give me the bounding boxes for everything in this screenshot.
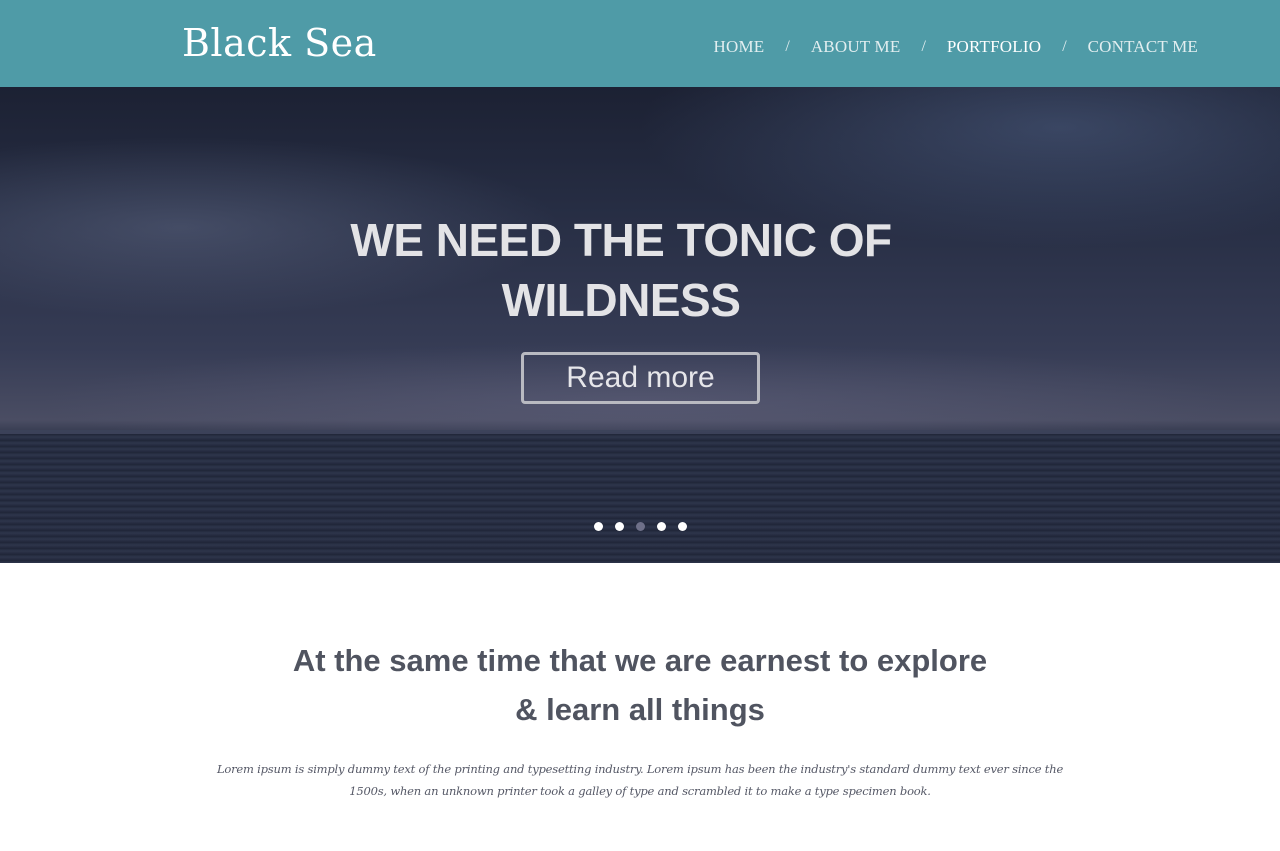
slider-dot-2[interactable] xyxy=(614,522,624,531)
slider-dot-4[interactable] xyxy=(656,522,666,531)
slider-pagination xyxy=(0,522,1280,532)
nav-about-me[interactable]: ABOUT ME xyxy=(811,37,901,57)
site-header: Black Sea HOME / ABOUT ME / PORTFOLIO / … xyxy=(0,0,1280,87)
hero-title: WE NEED THE TONIC OF WILDNESS xyxy=(350,214,892,326)
intro-heading: At the same time that we are earnest to … xyxy=(240,636,1040,734)
slider-dot-3[interactable] xyxy=(635,522,645,531)
hero-sea-image xyxy=(0,434,1280,563)
nav-separator: / xyxy=(921,38,926,55)
site-logo[interactable]: Black Sea xyxy=(182,20,377,66)
intro-heading-line1: At the same time that we are earnest to … xyxy=(292,643,988,678)
slider-dot-1[interactable] xyxy=(593,522,603,531)
hero-slider: WE NEED THE TONIC OF WILDNESS Read more xyxy=(0,87,1280,563)
slider-dot-5[interactable] xyxy=(677,522,687,531)
main-nav: HOME / ABOUT ME / PORTFOLIO / CONTACT ME xyxy=(714,37,1198,57)
nav-separator: / xyxy=(785,38,790,55)
nav-portfolio[interactable]: PORTFOLIO xyxy=(947,37,1041,57)
intro-heading-line2: learn all things xyxy=(546,692,765,727)
intro-body-text: Lorem ipsum is simply dummy text of the … xyxy=(216,762,1064,798)
nav-separator: / xyxy=(1062,38,1067,55)
nav-home[interactable]: HOME xyxy=(714,37,765,57)
intro-heading-ampersand: & xyxy=(515,692,538,727)
nav-contact-me[interactable]: CONTACT ME xyxy=(1088,37,1198,57)
read-more-button[interactable]: Read more xyxy=(521,352,760,404)
